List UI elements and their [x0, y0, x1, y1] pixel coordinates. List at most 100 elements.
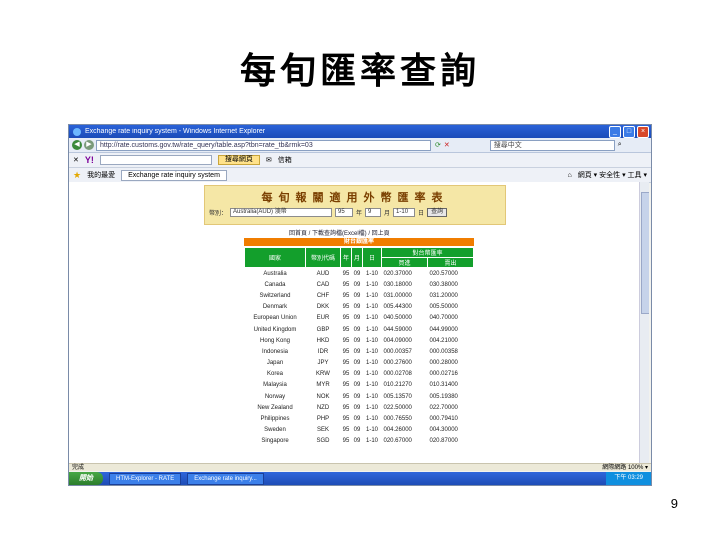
- table-row: Sweden SEK 95 09 1-10 004.26000 004.30000: [245, 425, 474, 436]
- day-label: 日: [418, 211, 425, 217]
- cell-year: 95: [342, 427, 350, 434]
- cell-year: 95: [342, 270, 350, 277]
- cell-day: 1-10: [365, 337, 378, 344]
- cell-code: NZD: [316, 404, 330, 411]
- menu-right[interactable]: 網頁 ▾ 安全性 ▾ 工具 ▾: [578, 170, 647, 180]
- cell-buy: 044.59000: [383, 326, 412, 333]
- cell-day: 1-10: [365, 315, 378, 322]
- cell-day: 1-10: [365, 427, 378, 434]
- cell-day: 1-10: [365, 404, 378, 411]
- rate-banner: 每旬報關適用外幣匯率表 幣別： Australia(AUD) 澳幣 95 年 9…: [204, 185, 506, 225]
- cell-buy: 004.26000: [383, 427, 412, 434]
- cell-code: SGD: [316, 438, 330, 445]
- cell-day: 1-10: [365, 304, 378, 311]
- cell-buy: 031.00000: [383, 292, 412, 299]
- browser-tab[interactable]: Exchange rate inquiry system: [121, 169, 227, 181]
- cell-country: Korea: [266, 371, 283, 378]
- cell-sell: 000.79410: [429, 416, 458, 423]
- refresh-icon[interactable]: ⟳: [435, 141, 441, 149]
- query-button[interactable]: 查詢: [427, 208, 448, 217]
- favorites-link[interactable]: 我的最愛: [87, 170, 115, 180]
- cell-day: 1-10: [365, 416, 378, 423]
- query-filters: 幣別： Australia(AUD) 澳幣 95 年 9 月 1-10 日 查詢: [209, 208, 501, 217]
- cell-buy: 020.37000: [383, 270, 412, 277]
- vertical-scrollbar[interactable]: [639, 182, 649, 463]
- day-select[interactable]: 1-10: [393, 208, 416, 217]
- forward-icon[interactable]: ▶: [84, 140, 94, 150]
- yahoo-logo[interactable]: Y!: [85, 155, 94, 165]
- table-row: Indonesia IDR 95 09 1-10 000.00357 000.00358: [245, 346, 474, 357]
- yahoo-search-button[interactable]: 搜尋網頁: [217, 155, 260, 165]
- cell-month: 09: [353, 348, 361, 355]
- scroll-thumb[interactable]: [641, 192, 649, 314]
- yahoo-toolbar: ✕ Y! 搜尋網頁 ✉ 信箱: [69, 153, 651, 168]
- home-icon[interactable]: ⌂: [568, 172, 572, 179]
- close-toolbar-icon[interactable]: ✕: [73, 156, 79, 164]
- cell-month: 09: [353, 315, 361, 322]
- cell-buy: 040.50000: [383, 315, 412, 322]
- yahoo-search-input[interactable]: [99, 155, 212, 165]
- cell-country: Norway: [264, 393, 286, 400]
- cell-code: MYR: [316, 382, 330, 389]
- cell-code: KRW: [316, 371, 330, 378]
- back-icon[interactable]: ◀: [72, 140, 82, 150]
- cell-day: 1-10: [365, 292, 378, 299]
- breadcrumb[interactable]: 回首頁 / 下載查詢檔(Excel檔) / 回上頁: [289, 228, 390, 237]
- system-tray-clock: 下午 03:29: [606, 472, 651, 485]
- currency-select[interactable]: Australia(AUD) 澳幣: [230, 208, 333, 217]
- cell-sell: 030.38000: [429, 281, 458, 288]
- cell-month: 09: [353, 393, 361, 400]
- cell-day: 1-10: [365, 348, 378, 355]
- cell-year: 95: [342, 292, 350, 299]
- cell-buy: 010.21270: [383, 382, 412, 389]
- year-select[interactable]: 95: [335, 208, 354, 217]
- table-row: United Kingdom GBP 95 09 1-10 044.59000 044.99…: [245, 324, 474, 335]
- mail-icon[interactable]: ✉: [266, 156, 272, 164]
- cell-year: 95: [342, 416, 350, 423]
- cell-code: CAD: [316, 281, 330, 288]
- cell-year: 95: [342, 315, 350, 322]
- cell-year: 95: [342, 281, 350, 288]
- table-row: European Union EUR 95 09 1-10 040.50000 040.70…: [245, 313, 474, 324]
- ie-icon: [73, 127, 81, 136]
- month-select[interactable]: 9: [365, 208, 382, 217]
- cell-month: 09: [353, 337, 361, 344]
- col-day: 日: [362, 247, 382, 268]
- maximize-button[interactable]: □: [623, 125, 635, 138]
- search-icon[interactable]: ⌕: [618, 141, 622, 149]
- cell-month: 09: [353, 360, 361, 367]
- status-zone[interactable]: 網際網路 100% ▾: [602, 464, 648, 471]
- search-input[interactable]: 搜尋中文: [489, 139, 615, 151]
- address-bar-row: ◀ ▶ http://rate.customs.gov.tw/rate_quer…: [69, 138, 651, 153]
- taskbar-item[interactable]: Exchange rate inquiry...: [187, 472, 264, 485]
- table-row: Japan JPY 95 09 1-10 000.27600 000.28000: [245, 358, 474, 369]
- favorites-star-icon[interactable]: ★: [73, 170, 81, 181]
- cell-buy: 030.18000: [383, 281, 412, 288]
- table-row: Australia AUD 95 09 1-10 020.37000 020.57000: [245, 268, 474, 280]
- cell-sell: 004.30000: [429, 427, 458, 434]
- page-number: 9: [670, 496, 678, 511]
- table-row: Denmark DKK 95 09 1-10 005.44300 005.50000: [245, 302, 474, 313]
- cell-country: United Kingdom: [253, 326, 297, 333]
- col-country: 國家: [244, 247, 306, 268]
- close-button[interactable]: ×: [637, 125, 649, 138]
- cell-country: Switzerland: [259, 292, 291, 299]
- stop-icon[interactable]: ✕: [444, 141, 450, 149]
- cell-day: 1-10: [365, 382, 378, 389]
- taskbar-item[interactable]: HTM-Explorer - RATE: [109, 472, 182, 485]
- cell-year: 95: [342, 326, 350, 333]
- start-button[interactable]: 開始: [69, 472, 103, 485]
- cell-sell: 000.28000: [429, 360, 458, 367]
- cell-day: 1-10: [365, 360, 378, 367]
- yahoo-mail-link[interactable]: 信箱: [278, 155, 292, 165]
- address-input[interactable]: http://rate.customs.gov.tw/rate_query/ta…: [96, 139, 431, 151]
- minimize-button[interactable]: _: [609, 125, 621, 138]
- cell-year: 95: [342, 404, 350, 411]
- cell-country: Denmark: [262, 304, 288, 311]
- cell-country: Australia: [263, 270, 287, 277]
- cell-country: Singapore: [261, 438, 289, 445]
- bank-header: 財台銀匯率: [244, 238, 474, 246]
- cell-code: HKD: [316, 337, 330, 344]
- windows-taskbar: 開始 HTM-Explorer - RATE Exchange rate inq…: [69, 472, 651, 485]
- cell-country: Japan: [266, 360, 284, 367]
